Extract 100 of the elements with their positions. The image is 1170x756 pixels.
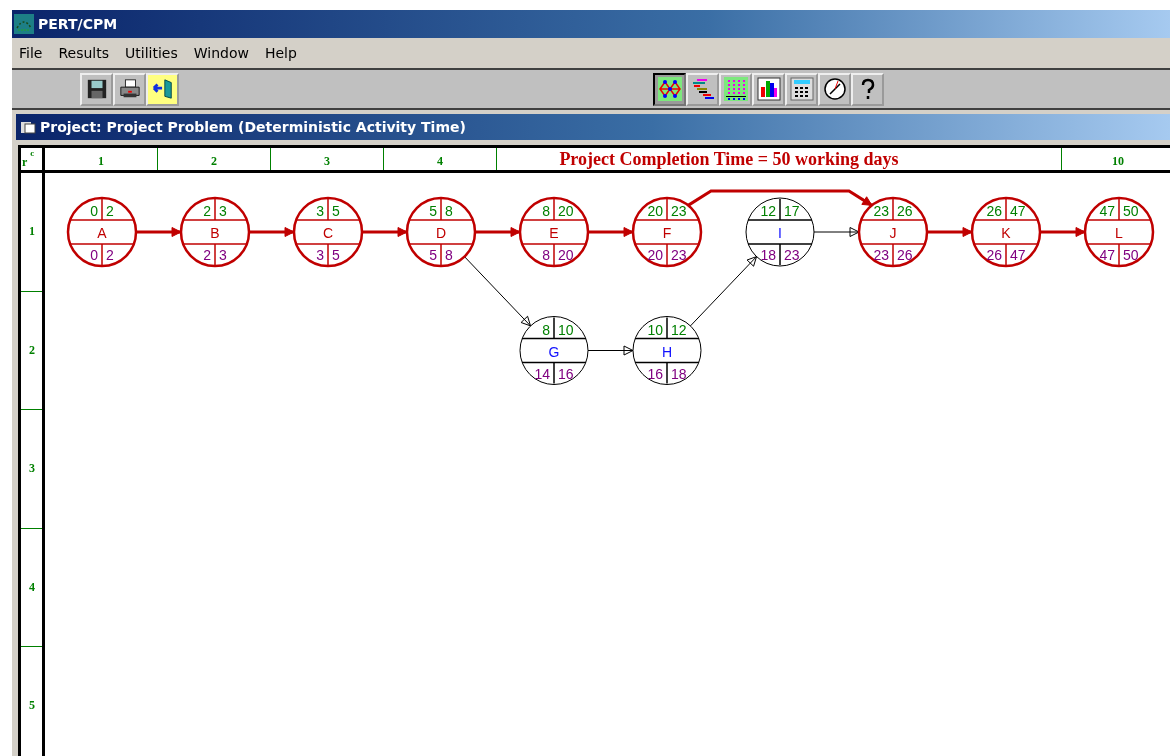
activity-label: G	[548, 343, 560, 360]
late-start: 16	[647, 365, 663, 382]
early-finish: 12	[671, 321, 687, 338]
column-header: 2	[211, 154, 217, 169]
completion-time: Project Completion Time = 50 working days	[559, 148, 899, 170]
clock-icon	[822, 77, 847, 101]
early-start: 20	[647, 203, 663, 219]
door-icon	[151, 78, 174, 100]
late-start: 2	[203, 247, 211, 263]
column-header: 1	[98, 154, 104, 169]
early-start: 3	[316, 203, 324, 219]
row-header: 1	[29, 224, 35, 240]
arrow	[813, 227, 860, 237]
column-header: 4	[437, 154, 443, 169]
clock-button[interactable]	[818, 72, 851, 106]
late-finish: 3	[219, 247, 227, 263]
late-finish: 50	[1123, 247, 1139, 263]
late-finish: 8	[445, 247, 453, 263]
activity-label: J	[889, 225, 897, 241]
late-finish: 23	[671, 247, 687, 263]
document-title: Project: Project Problem (Deterministic Activity Time)	[40, 119, 466, 135]
menu-item[interactable]: Utilities	[125, 45, 178, 61]
row-header: 2	[29, 342, 35, 358]
late-finish: 2	[106, 247, 114, 263]
early-start: 47	[1099, 203, 1115, 219]
activity-label: L	[1115, 225, 1123, 241]
early-finish: 23	[671, 203, 687, 219]
arrow	[588, 227, 634, 237]
activity-label: E	[549, 225, 559, 241]
early-finish: 20	[558, 203, 574, 219]
late-start: 3	[316, 247, 324, 263]
early-start: 5	[429, 203, 437, 219]
column-header: 10	[1112, 154, 1124, 169]
arrow	[136, 227, 182, 237]
exit-button[interactable]	[146, 72, 179, 106]
late-start: 47	[1099, 247, 1115, 263]
network-icon	[657, 77, 682, 101]
arrow	[1040, 227, 1086, 237]
bar-chart-button[interactable]	[752, 72, 785, 106]
save-button[interactable]	[80, 72, 113, 106]
activity-label: I	[778, 225, 782, 241]
late-start: 14	[534, 365, 550, 382]
arrow	[927, 227, 973, 237]
early-finish: 10	[558, 321, 574, 338]
activity-label: F	[662, 225, 672, 241]
menu-item[interactable]: Results	[58, 45, 109, 61]
late-finish: 5	[332, 247, 340, 263]
early-finish: 8	[445, 203, 453, 219]
early-start: 26	[986, 203, 1002, 219]
network-icon	[14, 14, 34, 34]
column-axis-label: c	[30, 148, 35, 158]
late-start: 0	[90, 247, 98, 263]
late-finish: 16	[558, 365, 574, 382]
arrow	[475, 227, 521, 237]
column-header: 3	[324, 154, 330, 169]
row-header: 4	[29, 579, 35, 595]
late-finish: 47	[1010, 247, 1026, 263]
activity-label: C	[322, 225, 334, 241]
activity-label: K	[1001, 225, 1011, 241]
activity-label: D	[435, 225, 447, 241]
help-button[interactable]	[851, 72, 884, 106]
activity-label: A	[97, 225, 107, 241]
document-icon	[20, 119, 36, 135]
print-button[interactable]	[113, 72, 146, 106]
arrow	[587, 345, 634, 356]
arrow	[463, 256, 532, 327]
early-start: 8	[542, 203, 550, 219]
activity-label: B	[210, 225, 220, 241]
row-header: 3	[29, 461, 35, 477]
early-start: 23	[873, 203, 889, 219]
dot-grid-button[interactable]	[719, 72, 752, 106]
late-start: 18	[760, 247, 776, 263]
arrow	[362, 227, 408, 237]
early-start: 2	[203, 203, 211, 219]
late-start: 26	[986, 247, 1002, 263]
early-finish: 2	[106, 203, 114, 219]
gantt-chart-icon	[690, 77, 715, 101]
late-start: 8	[542, 247, 550, 263]
late-start: 23	[873, 247, 889, 263]
calculator-button[interactable]	[785, 72, 818, 106]
menu-item[interactable]: File	[19, 45, 43, 61]
early-start: 10	[647, 321, 663, 338]
bar-chart-icon	[756, 77, 781, 101]
early-finish: 26	[897, 203, 913, 219]
gantt-chart-button[interactable]	[686, 72, 719, 106]
late-finish: 26	[897, 247, 913, 263]
early-finish: 17	[784, 203, 800, 219]
late-finish: 18	[671, 365, 687, 382]
early-finish: 3	[219, 203, 227, 219]
late-finish: 20	[558, 247, 574, 263]
menu-item[interactable]: Help	[264, 45, 297, 61]
arrow	[249, 227, 295, 237]
late-finish: 23	[784, 247, 800, 263]
menu-item[interactable]: Window	[193, 45, 249, 61]
dot-grid-icon	[723, 77, 748, 101]
network-button[interactable]	[653, 72, 686, 106]
late-start: 20	[647, 247, 663, 263]
early-start: 0	[90, 203, 98, 219]
early-start: 12	[760, 203, 776, 219]
row-axis-label: r	[22, 156, 28, 170]
